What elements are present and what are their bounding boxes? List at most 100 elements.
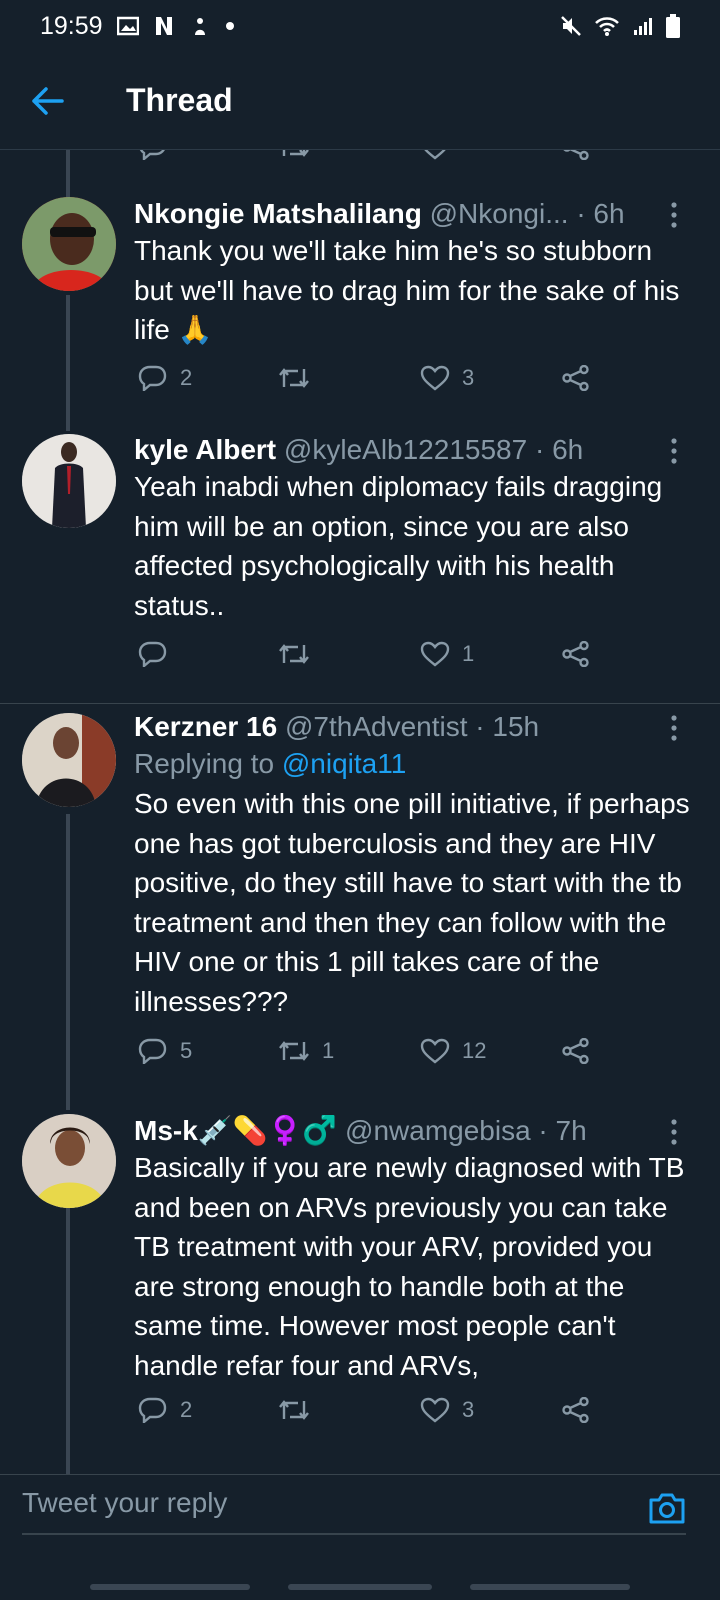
author-handle[interactable]: @Nkongi... xyxy=(430,198,569,229)
author-handle[interactable]: @kyleAlb12215587 · 6h xyxy=(284,434,583,465)
reply-button[interactable]: 2 xyxy=(138,365,192,391)
tweet[interactable]: Nkongie Matshalilang @Nkongi... · 6h Tha… xyxy=(0,195,720,430)
previous-tweet-actions xyxy=(134,150,614,160)
like-icon[interactable] xyxy=(420,150,450,160)
page-title: Thread xyxy=(126,82,233,118)
reply-button[interactable]: 5 xyxy=(138,1038,192,1064)
like-count: 1 xyxy=(462,641,475,666)
author-name[interactable]: Nkongie Matshalilang xyxy=(134,198,422,229)
retweet-icon xyxy=(279,1400,309,1420)
wifi-icon xyxy=(595,17,619,36)
reply-button[interactable]: 2 xyxy=(138,1397,192,1423)
reply-icon xyxy=(138,1038,167,1064)
retweet-icon xyxy=(279,1041,309,1061)
avatar-image xyxy=(22,1114,116,1208)
like-icon xyxy=(420,1038,450,1064)
retweet-button[interactable] xyxy=(278,641,322,667)
like-button[interactable]: 3 xyxy=(420,365,474,391)
nav-recents-indicator[interactable] xyxy=(90,1584,250,1590)
netflix-notification-icon xyxy=(155,17,172,35)
like-icon xyxy=(420,1397,450,1423)
avatar[interactable] xyxy=(22,713,116,807)
reply-count: 2 xyxy=(180,1397,193,1422)
back-arrow-icon[interactable] xyxy=(30,84,66,118)
retweet-button[interactable]: 1 xyxy=(278,1038,334,1064)
tweet-text: Yeah inabdi when diplomacy fails draggin… xyxy=(134,471,663,621)
tweet-actions: 1 xyxy=(134,641,614,675)
status-bar: 19:59 xyxy=(0,0,720,52)
mention-link[interactable]: @niqita11 xyxy=(282,748,406,779)
tweet[interactable]: kyle Albert @kyleAlb12215587 · 6h Yeah i… xyxy=(0,431,720,689)
share-icon xyxy=(562,1038,589,1064)
author-handle[interactable]: @7thAdventist · 15h xyxy=(285,711,539,742)
share-button[interactable] xyxy=(562,1038,590,1064)
status-time: 19:59 xyxy=(40,11,103,40)
like-button[interactable]: 12 xyxy=(420,1038,486,1064)
like-count: 3 xyxy=(462,365,475,390)
avatar-image xyxy=(22,713,116,807)
battery-icon xyxy=(666,14,680,38)
more-options-icon[interactable] xyxy=(668,437,680,465)
avatar-image xyxy=(22,434,116,528)
more-options-icon[interactable] xyxy=(668,1118,680,1146)
share-button[interactable] xyxy=(562,1397,590,1423)
share-icon[interactable] xyxy=(562,150,590,160)
like-icon xyxy=(420,641,450,667)
tweet[interactable]: Ms-k💉💊♀️♂️ @nwamgebisa · 7h Basically if… xyxy=(0,1112,720,1472)
gallery-notification-icon xyxy=(116,16,139,36)
author-name[interactable]: Kerzner 16 xyxy=(134,711,277,742)
mute-icon xyxy=(561,16,581,36)
avatar[interactable] xyxy=(22,1114,116,1208)
thread-line xyxy=(66,150,70,198)
signal-icon xyxy=(634,18,652,35)
more-options-icon[interactable] xyxy=(668,714,680,742)
reply-icon xyxy=(138,365,167,391)
reply-input[interactable]: Tweet your reply xyxy=(22,1487,227,1519)
retweet-icon xyxy=(279,368,309,388)
reply-count: 5 xyxy=(180,1038,193,1063)
tweet-time: · 6h xyxy=(576,198,625,229)
share-icon xyxy=(562,365,589,391)
avatar-image xyxy=(22,197,116,291)
reply-icon xyxy=(138,1397,167,1423)
share-icon xyxy=(562,641,589,667)
share-button[interactable] xyxy=(562,365,590,391)
tweet-text: Thank you we'll take him he's so stubbor… xyxy=(134,235,680,345)
like-count: 12 xyxy=(462,1038,487,1063)
reply-icon[interactable] xyxy=(138,150,168,160)
camera-icon[interactable] xyxy=(648,1491,686,1525)
like-button[interactable]: 3 xyxy=(420,1397,474,1423)
tweet-divider xyxy=(0,703,720,704)
tweet-text: So even with this one pill initiative, i… xyxy=(134,788,690,1017)
retweet-button[interactable] xyxy=(278,365,322,391)
retweet-icon[interactable] xyxy=(278,150,310,160)
tweet-actions: 2 3 xyxy=(134,365,614,399)
reply-button[interactable] xyxy=(138,641,180,667)
avatar[interactable] xyxy=(22,434,116,528)
dot-notification-icon xyxy=(225,22,234,30)
share-icon xyxy=(562,1397,589,1423)
replying-to-line: Replying to @niqita11 xyxy=(134,744,696,784)
reply-icon xyxy=(138,641,167,667)
author-name[interactable]: Ms-k💉💊♀️♂️ xyxy=(134,1115,337,1146)
like-count: 3 xyxy=(462,1397,475,1422)
avatar[interactable] xyxy=(22,197,116,291)
like-button[interactable]: 1 xyxy=(420,641,474,667)
replying-to-label: Replying to xyxy=(134,748,282,779)
thread-header: Thread xyxy=(0,52,720,150)
tweet-actions: 5 1 12 xyxy=(134,1038,614,1072)
retweet-button[interactable] xyxy=(278,1397,322,1423)
nav-home-indicator[interactable] xyxy=(288,1584,432,1590)
reply-count: 2 xyxy=(180,365,193,390)
reply-input-underline xyxy=(22,1533,686,1535)
retweet-icon xyxy=(279,644,309,664)
reply-bar: Tweet your reply xyxy=(0,1474,720,1600)
author-name[interactable]: kyle Albert xyxy=(134,434,276,465)
author-handle[interactable]: @nwamgebisa · 7h xyxy=(345,1115,587,1146)
tweet[interactable]: Kerzner 16 @7thAdventist · 15h Replying … xyxy=(0,708,720,1093)
share-button[interactable] xyxy=(562,641,590,667)
tweet-actions: 2 3 xyxy=(134,1397,614,1431)
nav-back-indicator[interactable] xyxy=(470,1584,630,1590)
more-options-icon[interactable] xyxy=(668,201,680,229)
app-notification-icon xyxy=(194,18,205,35)
